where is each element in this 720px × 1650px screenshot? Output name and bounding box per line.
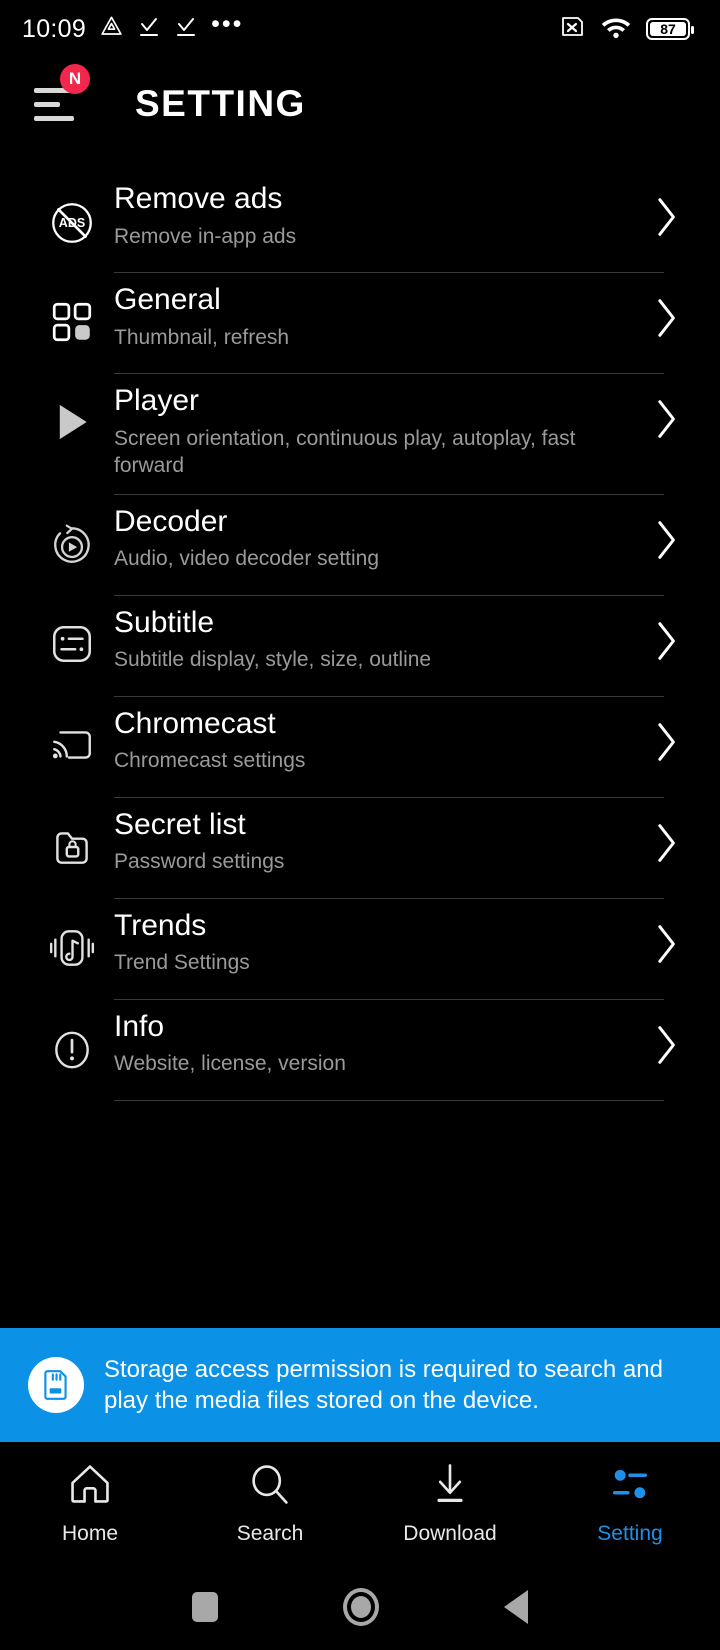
chevron-right-icon (636, 1000, 696, 1066)
chromecast-icon (30, 697, 114, 767)
banner-message: Storage access permission is required to… (104, 1355, 663, 1414)
svg-text:ADS: ADS (59, 216, 85, 230)
nav-item-setting[interactable]: Setting (540, 1442, 720, 1564)
settings-row-decoder[interactable]: Decoder Audio, video decoder setting (0, 495, 720, 595)
settings-row-text: Secret list Password settings (114, 798, 636, 890)
settings-row-title: General (114, 283, 221, 316)
nav-item-download[interactable]: Download (360, 1442, 540, 1564)
chevron-right-icon (636, 596, 696, 662)
page-title: SETTING (135, 83, 306, 124)
settings-row-general[interactable]: General Thumbnail, refresh (0, 273, 720, 373)
home-circle-inner (350, 1596, 371, 1618)
recents-square-icon[interactable] (192, 1592, 219, 1622)
chevron-right-icon (636, 798, 696, 864)
settings-row-subtitle: Subtitle display, style, size, outline (114, 648, 432, 672)
nav-label-search: Search (236, 1521, 304, 1545)
settings-list: ADS Remove ads Remove in-app ads General… (0, 150, 720, 1328)
settings-row-subtitle: Trend Settings (114, 951, 250, 975)
home-circle-icon[interactable] (342, 1588, 379, 1626)
status-bar-right: 87 (558, 14, 698, 45)
settings-row-text: Chromecast Chromecast settings (114, 697, 636, 789)
battery-icon: 87 (646, 15, 698, 43)
no-ads-icon: ADS (30, 172, 114, 248)
wifi-icon (600, 14, 632, 45)
settings-row-text: Decoder Audio, video decoder setting (114, 495, 636, 587)
nav-label-download: Download (403, 1521, 497, 1545)
check-download-icon (174, 15, 198, 44)
more-dots-icon: ••• (211, 10, 244, 38)
grid-squares-icon (30, 273, 114, 345)
app-bar: N SETTING (0, 58, 720, 150)
back-triangle-icon[interactable] (503, 1590, 528, 1624)
hamburger-line (34, 115, 74, 121)
hamburger-menu-icon[interactable]: N (34, 64, 90, 124)
settings-row-trends[interactable]: Trends Trend Settings (0, 899, 720, 999)
settings-row-subtitle: Audio, video decoder setting (114, 547, 380, 571)
nav-label-home: Home (61, 1521, 119, 1545)
chevron-right-icon (636, 899, 696, 965)
settings-row-player[interactable]: Player Screen orientation, continuous pl… (0, 374, 720, 494)
hamburger-line (34, 101, 60, 107)
settings-row-title: Subtitle (114, 605, 215, 639)
status-bar-left: 10:09 ••• (22, 10, 244, 44)
settings-row-text: General Thumbnail, refresh (114, 273, 636, 365)
row-divider (114, 1099, 664, 1101)
notification-badge: N (60, 64, 90, 94)
settings-row-chromecast[interactable]: Chromecast Chromecast settings (0, 697, 720, 797)
settings-row-text: Trends Trend Settings (114, 899, 636, 991)
folder-lock-icon (30, 798, 114, 870)
settings-row-subtitle-setting[interactable]: Subtitle Subtitle display, style, size, … (0, 596, 720, 696)
chevron-right-icon (636, 697, 696, 763)
nav-item-home[interactable]: Home (0, 1442, 180, 1564)
sim-card-off-icon (558, 14, 586, 45)
status-bar: 10:09 ••• 87 (0, 0, 720, 58)
storage-permission-banner[interactable]: Storage access permission is required to… (0, 1327, 720, 1442)
settings-row-subtitle: Thumbnail, refresh (114, 325, 290, 349)
settings-row-text: Player Screen orientation, continuous pl… (114, 374, 636, 494)
subtitle-icon (30, 596, 114, 666)
settings-row-title: Player (114, 384, 200, 417)
sliders-icon (606, 1461, 654, 1512)
settings-row-title: Secret list (114, 807, 246, 841)
settings-row-text: Info Website, license, version (114, 1000, 636, 1092)
chevron-right-icon (636, 495, 696, 561)
info-circle-icon (30, 1000, 114, 1074)
chevron-right-icon (636, 172, 696, 238)
settings-row-subtitle: Remove in-app ads (114, 224, 297, 248)
decoder-icon (30, 495, 114, 569)
status-time: 10:09 (22, 14, 87, 43)
settings-row-subtitle: Website, license, version (114, 1052, 346, 1076)
nav-item-search[interactable]: Search (180, 1442, 360, 1564)
settings-row-title: Decoder (114, 504, 228, 538)
settings-row-info[interactable]: Info Website, license, version (0, 1000, 720, 1100)
settings-row-title: Info (114, 1009, 165, 1043)
home-icon (66, 1461, 114, 1512)
nav-label-setting: Setting (597, 1521, 663, 1545)
settings-row-subtitle: Password settings (114, 850, 285, 874)
settings-row-subtitle: Chromecast settings (114, 749, 306, 773)
check-download-icon (137, 15, 161, 44)
download-icon (426, 1461, 474, 1512)
settings-row-title: Remove ads (114, 182, 283, 215)
music-trend-icon (30, 899, 114, 971)
settings-row-title: Chromecast (114, 706, 276, 740)
sd-card-icon (28, 1356, 84, 1413)
settings-row-title: Trends (114, 908, 207, 942)
bottom-navigation: Home Search Download Setting (0, 1442, 720, 1564)
chevron-right-icon (636, 374, 696, 440)
search-icon (246, 1461, 294, 1512)
chevron-right-icon (636, 273, 696, 339)
phone-screen: 10:09 ••• 87 N SETTING ADS Remove ads Re… (0, 0, 720, 1650)
settings-row-remove-ads[interactable]: ADS Remove ads Remove in-app ads (0, 172, 720, 272)
android-system-navigation (0, 1564, 720, 1650)
play-icon (30, 374, 114, 444)
svg-text:87: 87 (660, 21, 676, 37)
settings-row-subtitle: Screen orientation, continuous play, aut… (114, 426, 576, 478)
settings-row-secret-list[interactable]: Secret list Password settings (0, 798, 720, 898)
triangle-alert-icon (99, 14, 124, 44)
settings-row-text: Remove ads Remove in-app ads (114, 172, 636, 264)
settings-row-text: Subtitle Subtitle display, style, size, … (114, 596, 636, 688)
